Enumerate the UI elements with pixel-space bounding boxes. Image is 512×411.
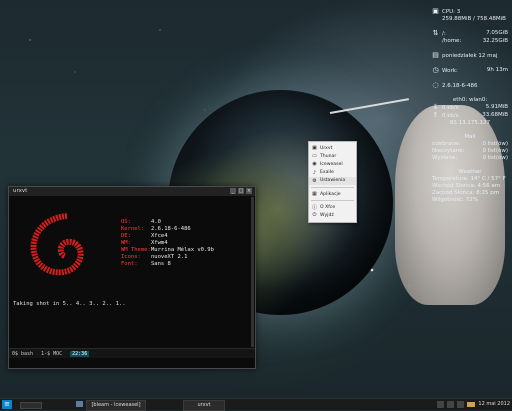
desktop-icon[interactable] bbox=[76, 401, 83, 407]
close-button[interactable]: × bbox=[246, 188, 252, 194]
mail-value: 0 list(ów) bbox=[482, 141, 508, 147]
mail-label: Nieczytane: bbox=[432, 148, 465, 154]
workspace-switcher[interactable] bbox=[20, 402, 42, 409]
menu-item-o-xfce[interactable]: ⓘ O Xfce bbox=[309, 203, 356, 212]
work-label: Work: bbox=[442, 68, 458, 74]
menu-separator bbox=[311, 186, 354, 188]
status-mode: 1-$ MOC bbox=[41, 350, 63, 357]
kernel-version: 2.6.18-6-486 bbox=[442, 83, 478, 89]
download-icon: ⇓ bbox=[432, 103, 439, 111]
weather-row: Wschód Słońca: 4:56 am bbox=[432, 183, 501, 189]
folder-icon: ▭ bbox=[312, 153, 317, 160]
terminal-titlebar[interactable]: urxvt _ □ × bbox=[9, 187, 255, 196]
calendar-icon: ▤ bbox=[432, 51, 439, 59]
terminal-statusbar: 0$ bash 1-$ MOC 22:36 bbox=[9, 348, 255, 358]
minimize-button[interactable]: _ bbox=[230, 188, 236, 194]
download-unit: kb/s bbox=[447, 105, 459, 111]
menu-item-exaile[interactable]: ♪ Exaile bbox=[309, 169, 356, 177]
tray-icon[interactable] bbox=[437, 401, 445, 408]
terminal-body[interactable]: OS: 4.0 Kernel: 2.6.18-6-486 DE: Xfce4 WM: X… bbox=[9, 196, 255, 358]
menu-item-aplikacje[interactable]: ▦ Aplikacje bbox=[309, 190, 356, 198]
start-menu-button[interactable]: ≡ bbox=[2, 400, 12, 409]
status-shell: 0$ bash bbox=[12, 350, 34, 357]
taskbar-item-urxvt[interactable]: urxvt bbox=[183, 400, 225, 411]
system-info: OS: 4.0 Kernel: 2.6.18-6-486 DE: Xfce4 WM: X… bbox=[121, 219, 214, 267]
menu-item-thunar[interactable]: ▭ Thunar bbox=[309, 152, 356, 160]
home-label: /home: bbox=[442, 38, 462, 44]
ip-address: 83.13.175.127 bbox=[449, 120, 491, 126]
maximize-button[interactable]: □ bbox=[238, 188, 244, 194]
pen-wallpaper bbox=[329, 98, 409, 114]
menu-item-ustawienia[interactable]: ⚙ Ustawienia bbox=[309, 176, 356, 185]
conky-monitor: ▣ CPU: 3 259.88MiB / 758.48MiB ⇅/: 7.05GiB… bbox=[432, 8, 508, 211]
menu-item-iceweasel[interactable]: ◉ Iceweasel bbox=[309, 160, 356, 168]
tray-icon[interactable] bbox=[447, 401, 455, 408]
clock-icon: ◷ bbox=[432, 66, 439, 74]
download-total: 5.91MiB bbox=[485, 104, 508, 110]
terminal-title: urxvt bbox=[13, 188, 28, 194]
mail-value: 0 list(ów) bbox=[482, 148, 508, 154]
upload-unit: kb/s bbox=[447, 113, 459, 119]
mail-title: Mail bbox=[464, 134, 476, 140]
cpu-usage: CPU: 3 bbox=[442, 9, 461, 15]
terminal-icon: ▣ bbox=[312, 145, 317, 152]
ram-usage: 259.88MiB / 758.48MiB bbox=[442, 16, 506, 22]
home-value: 32.25GiB bbox=[482, 38, 508, 44]
status-time: 22:36 bbox=[70, 350, 90, 357]
weather-row: Wilgotność: 72% bbox=[432, 197, 478, 203]
cpu-icon: ▣ bbox=[432, 7, 439, 15]
weather-title: Weather bbox=[458, 169, 482, 175]
menu-separator bbox=[311, 200, 354, 202]
bottom-panel[interactable]: ≡ [bleam - Iceweasel] urxvt 12 mai 2012 bbox=[0, 398, 512, 411]
upload-rate: 0 bbox=[442, 113, 446, 119]
download-rate: 0 bbox=[442, 105, 446, 111]
weather-row: Zachód Słońca: 8:25 pm bbox=[432, 190, 500, 196]
mail-label: Wysłane: bbox=[432, 155, 458, 161]
upload-total: 33.68MiB bbox=[482, 112, 508, 118]
root-label: /: bbox=[442, 31, 446, 37]
terminal-window[interactable]: urxvt _ □ × OS: 4.0 Kernel: 2.6.18-6-486 D… bbox=[8, 186, 256, 369]
mail-value: 0 list(ów) bbox=[482, 155, 508, 161]
disk-icon: ⇅ bbox=[432, 29, 439, 37]
taskbar-item-iceweasel[interactable]: [bleam - Iceweasel] bbox=[86, 400, 146, 411]
settings-icon: ⚙ bbox=[312, 177, 317, 184]
menu-item-wyjdz[interactable]: ⏻ Wyjdź bbox=[309, 211, 356, 219]
panel-clock: 12 mai 2012 bbox=[478, 401, 510, 407]
weather-row: Temperature: 14° C / 57° F bbox=[432, 176, 506, 182]
music-icon: ♪ bbox=[312, 169, 317, 176]
tray-icon[interactable] bbox=[457, 401, 465, 408]
browser-icon: ◉ bbox=[312, 161, 317, 168]
date-text: poniedziałek 12 maj bbox=[442, 53, 498, 59]
terminal-scrollbar[interactable] bbox=[251, 197, 254, 347]
info-icon: ⓘ bbox=[311, 205, 317, 212]
desktop-context-menu[interactable]: ▣ Urxvt ▭ Thunar ◉ Iceweasel ♪ Exaile ⚙ Ustaw… bbox=[308, 141, 357, 223]
work-value: 9h 13m bbox=[486, 67, 508, 73]
system-tray[interactable]: 12 mai 2012 bbox=[437, 400, 510, 409]
root-value: 7.05GiB bbox=[486, 30, 508, 36]
terminal-command-output: Taking shot in 5.. 4.. 3.. 2.. 1.. bbox=[13, 301, 126, 307]
network-title: eth0: wlan0: bbox=[452, 97, 488, 103]
keyboard-layout-icon[interactable] bbox=[467, 402, 476, 407]
mail-label: odebrane: bbox=[432, 141, 461, 147]
menu-item-urxvt[interactable]: ▣ Urxvt bbox=[309, 144, 356, 152]
debian-swirl-logo bbox=[30, 213, 84, 276]
apps-icon: ▦ bbox=[312, 191, 317, 198]
logout-icon: ⏻ bbox=[312, 212, 317, 219]
upload-icon: ⇑ bbox=[432, 111, 439, 119]
kernel-icon: ◌ bbox=[432, 81, 439, 89]
